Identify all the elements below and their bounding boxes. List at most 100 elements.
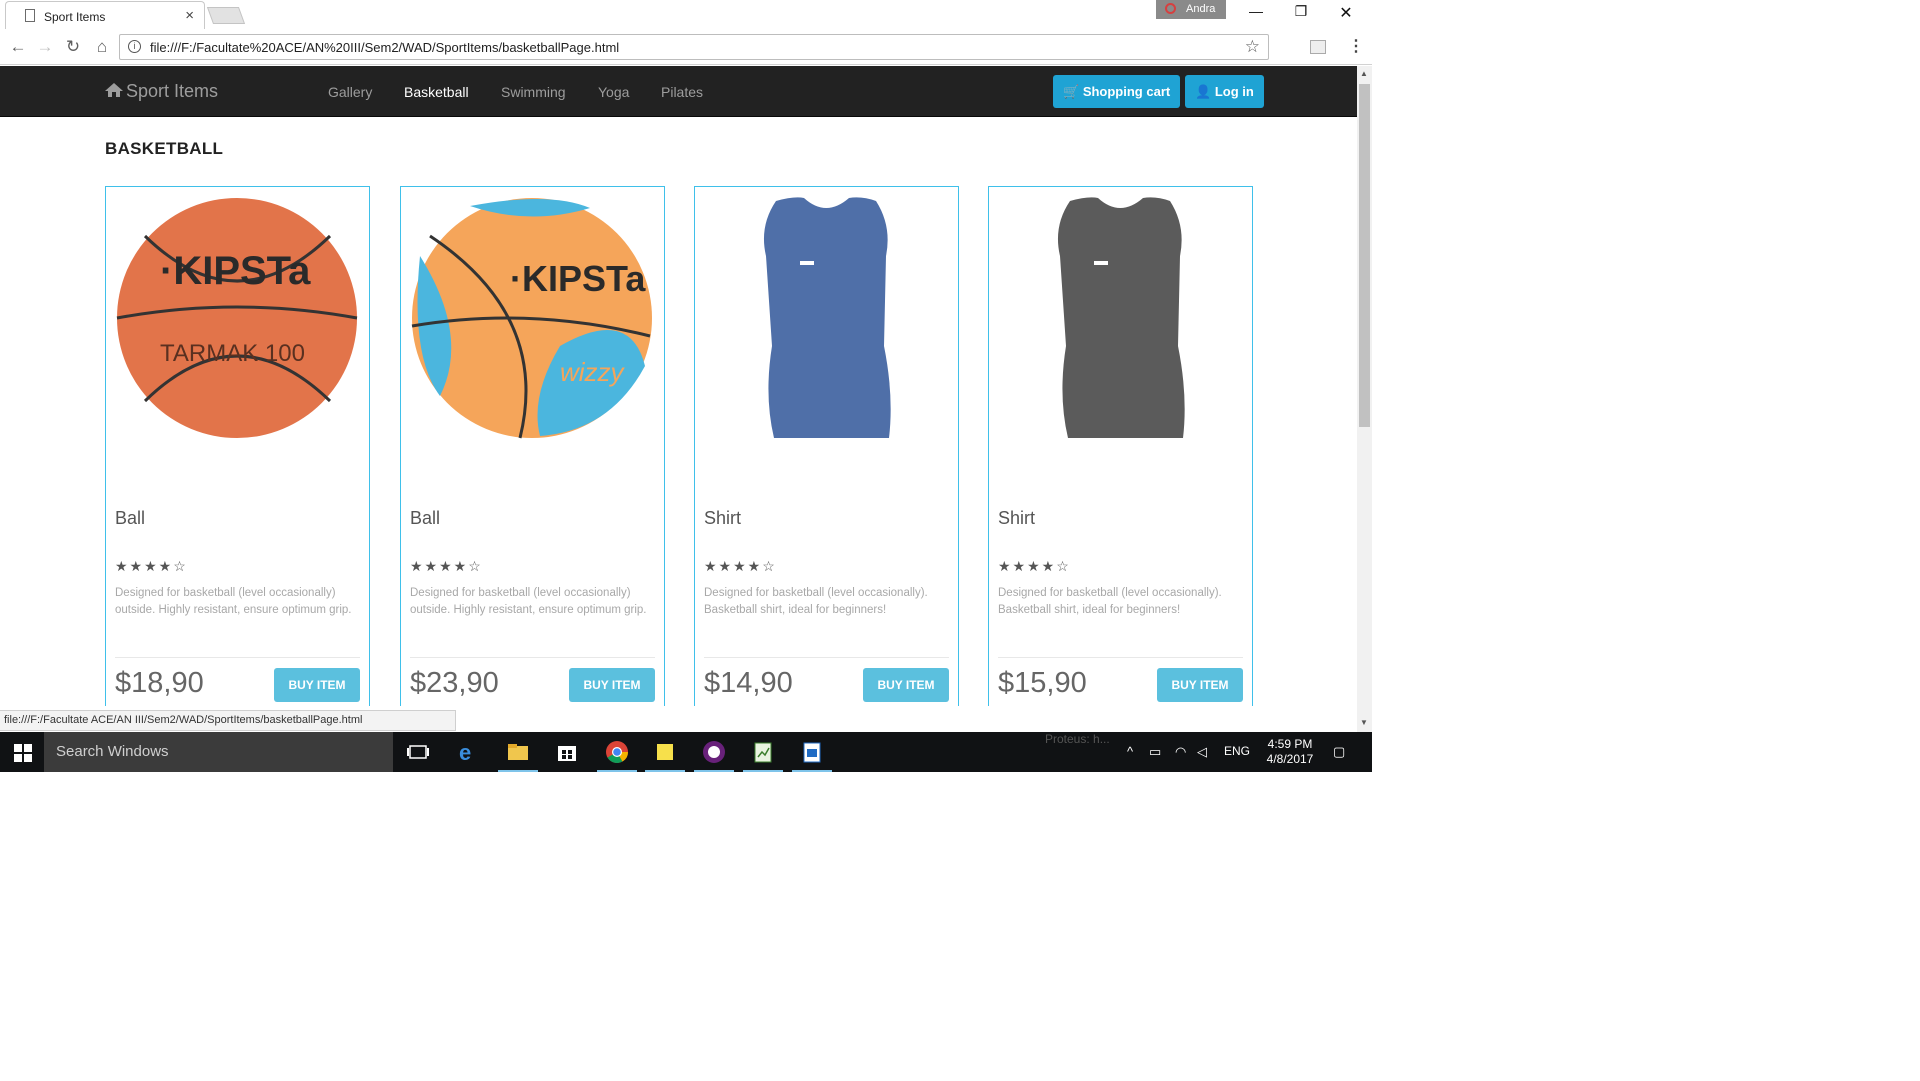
login-button[interactable]: 👤 Log in bbox=[1185, 75, 1264, 108]
svg-text:wizzy: wizzy bbox=[560, 357, 626, 387]
product-image: ·KIPSTa TARMAK 100 bbox=[115, 196, 360, 441]
language-indicator[interactable]: ENG bbox=[1224, 744, 1250, 758]
user-icon: 👤 bbox=[1195, 84, 1212, 99]
product-description: Designed for basketball (level occasiona… bbox=[410, 587, 647, 616]
image-viewer-icon[interactable] bbox=[792, 740, 832, 772]
orange-basketball-icon: ·KIPSTa TARMAK 100 bbox=[116, 198, 358, 438]
scroll-up-arrow-icon[interactable]: ▲ bbox=[1360, 69, 1368, 78]
status-bar: file:///F:/Facultate ACE/AN III/Sem2/WAD… bbox=[0, 710, 456, 731]
shopping-cart-button[interactable]: 🛒 Shopping cart bbox=[1053, 75, 1181, 108]
profile-button[interactable]: Andra bbox=[1156, 0, 1226, 19]
divider bbox=[704, 657, 949, 658]
browser-toolbar: ← → ↻ ⌂ i file:///F:/Facultate%20ACE/AN%… bbox=[0, 29, 1372, 65]
file-explorer-icon[interactable] bbox=[498, 740, 538, 772]
user-icon bbox=[1165, 3, 1176, 14]
page-scrollbar[interactable]: ▲ ▼ bbox=[1357, 66, 1372, 732]
site-brand[interactable]: Sport Items bbox=[105, 81, 218, 102]
windows-start-icon[interactable] bbox=[14, 744, 32, 762]
address-bar[interactable]: i file:///F:/Facultate%20ACE/AN%20III/Se… bbox=[119, 34, 1269, 60]
url-text[interactable]: file:///F:/Facultate%20ACE/AN%20III/Sem2… bbox=[150, 40, 619, 55]
gray-shirt-icon bbox=[1057, 197, 1185, 438]
reload-icon[interactable]: ↻ bbox=[63, 37, 83, 57]
svg-text:TARMAK 100: TARMAK 100 bbox=[160, 340, 305, 367]
sticky-notes-icon[interactable] bbox=[645, 740, 685, 772]
site-navbar: Sport Items Gallery Basketball Swimming … bbox=[0, 66, 1357, 117]
product-card: ·KIPSTa wizzy Ball ★★★★☆ Designed for ba… bbox=[400, 186, 665, 706]
section-title: BASKETBALL bbox=[105, 139, 224, 158]
scrollbar-thumb[interactable] bbox=[1359, 84, 1370, 427]
nav-link-yoga[interactable]: Yoga bbox=[598, 84, 629, 100]
page-icon bbox=[25, 9, 35, 22]
nav-link-swimming[interactable]: Swimming bbox=[501, 84, 566, 100]
product-image bbox=[704, 196, 949, 441]
product-card: Shirt ★★★★☆ Designed for basketball (lev… bbox=[694, 186, 959, 706]
divider bbox=[115, 657, 360, 658]
clock-date: 4/8/2017 bbox=[1266, 752, 1314, 766]
buy-item-button[interactable]: BUY ITEM bbox=[863, 668, 949, 702]
menu-dots-icon[interactable]: ⋮ bbox=[1348, 36, 1364, 56]
product-description: Designed for basketball (level occasiona… bbox=[704, 587, 928, 616]
taskbar: Search Windows e Proteus: h... ^ ▭ ◠ ◁ E… bbox=[0, 732, 1372, 772]
svg-text:·KIPSTa: ·KIPSTa bbox=[510, 258, 646, 299]
bookmark-star-icon[interactable]: ☆ bbox=[1245, 37, 1260, 57]
browser-window: Sport Items × Andra — ❐ ✕ ← → ↻ ⌂ i file… bbox=[0, 0, 1372, 772]
product-image bbox=[998, 196, 1243, 441]
rating-stars: ★★★★☆ bbox=[998, 558, 1071, 574]
wifi-icon[interactable]: ◠ bbox=[1175, 744, 1186, 760]
cart-icon: 🛒 bbox=[1063, 84, 1080, 99]
scroll-down-arrow-icon[interactable]: ▼ bbox=[1360, 718, 1368, 727]
taskbar-search[interactable]: Search Windows bbox=[44, 732, 393, 772]
nav-link-pilates[interactable]: Pilates bbox=[661, 84, 703, 100]
rating-stars: ★★★★☆ bbox=[704, 558, 777, 574]
home-icon[interactable]: ⌂ bbox=[92, 37, 112, 57]
product-price: $15,90 bbox=[998, 667, 1087, 699]
rating-stars: ★★★★☆ bbox=[115, 558, 188, 574]
buy-item-button[interactable]: BUY ITEM bbox=[274, 668, 360, 702]
back-icon[interactable]: ← bbox=[8, 37, 28, 57]
chrome-icon[interactable] bbox=[597, 740, 637, 772]
product-description: Designed for basketball (level occasiona… bbox=[115, 587, 352, 616]
buy-item-button[interactable]: BUY ITEM bbox=[569, 668, 655, 702]
action-center-icon[interactable]: ▢ bbox=[1333, 744, 1345, 760]
tab-title: Sport Items bbox=[44, 10, 106, 24]
product-name: Ball bbox=[115, 508, 146, 528]
clock-time: 4:59 PM bbox=[1267, 737, 1313, 751]
store-icon[interactable] bbox=[555, 740, 579, 764]
minimize-button[interactable]: — bbox=[1236, 3, 1276, 23]
web-page: Sport Items Gallery Basketball Swimming … bbox=[0, 66, 1357, 706]
product-name: Ball bbox=[410, 508, 441, 528]
volume-icon[interactable]: ◁ bbox=[1197, 744, 1207, 760]
blue-shirt-icon bbox=[763, 197, 891, 438]
title-bar: Sport Items × Andra — ❐ ✕ bbox=[0, 0, 1372, 29]
nav-link-basketball[interactable]: Basketball bbox=[404, 84, 469, 100]
svg-text:e: e bbox=[459, 740, 471, 764]
info-icon[interactable]: i bbox=[128, 40, 141, 53]
task-view-icon[interactable] bbox=[406, 740, 430, 764]
nav-link-gallery[interactable]: Gallery bbox=[328, 84, 372, 100]
extension-icon[interactable] bbox=[1310, 40, 1326, 54]
battery-icon[interactable]: ▭ bbox=[1149, 744, 1161, 760]
blue-orange-basketball-icon: ·KIPSTa wizzy bbox=[411, 198, 652, 439]
restore-button[interactable]: ❐ bbox=[1281, 3, 1321, 23]
product-price: $14,90 bbox=[704, 667, 793, 699]
close-tab-icon[interactable]: × bbox=[185, 7, 194, 24]
screen: Sport Items × Andra — ❐ ✕ ← → ↻ ⌂ i file… bbox=[0, 0, 1920, 1081]
brand-name: Sport Items bbox=[126, 81, 219, 101]
notification-preview[interactable]: Proteus: h... bbox=[1045, 732, 1135, 772]
visual-studio-icon[interactable] bbox=[694, 740, 734, 772]
close-window-button[interactable]: ✕ bbox=[1326, 3, 1366, 23]
spreadsheet-icon[interactable] bbox=[743, 740, 783, 772]
product-image: ·KIPSTa wizzy bbox=[410, 196, 655, 441]
new-tab-button[interactable] bbox=[206, 7, 246, 24]
clock[interactable]: 4:59 PM 4/8/2017 bbox=[1255, 737, 1325, 767]
home-icon bbox=[105, 83, 123, 97]
browser-tab[interactable]: Sport Items × bbox=[5, 1, 205, 29]
buy-item-button[interactable]: BUY ITEM bbox=[1157, 668, 1243, 702]
edge-icon[interactable]: e bbox=[457, 740, 481, 765]
forward-icon[interactable]: → bbox=[35, 37, 55, 57]
divider bbox=[998, 657, 1243, 658]
product-card: Shirt ★★★★☆ Designed for basketball (lev… bbox=[988, 186, 1253, 706]
product-price: $23,90 bbox=[410, 667, 499, 699]
divider bbox=[410, 657, 655, 658]
show-hidden-icons-icon[interactable]: ^ bbox=[1127, 744, 1133, 759]
